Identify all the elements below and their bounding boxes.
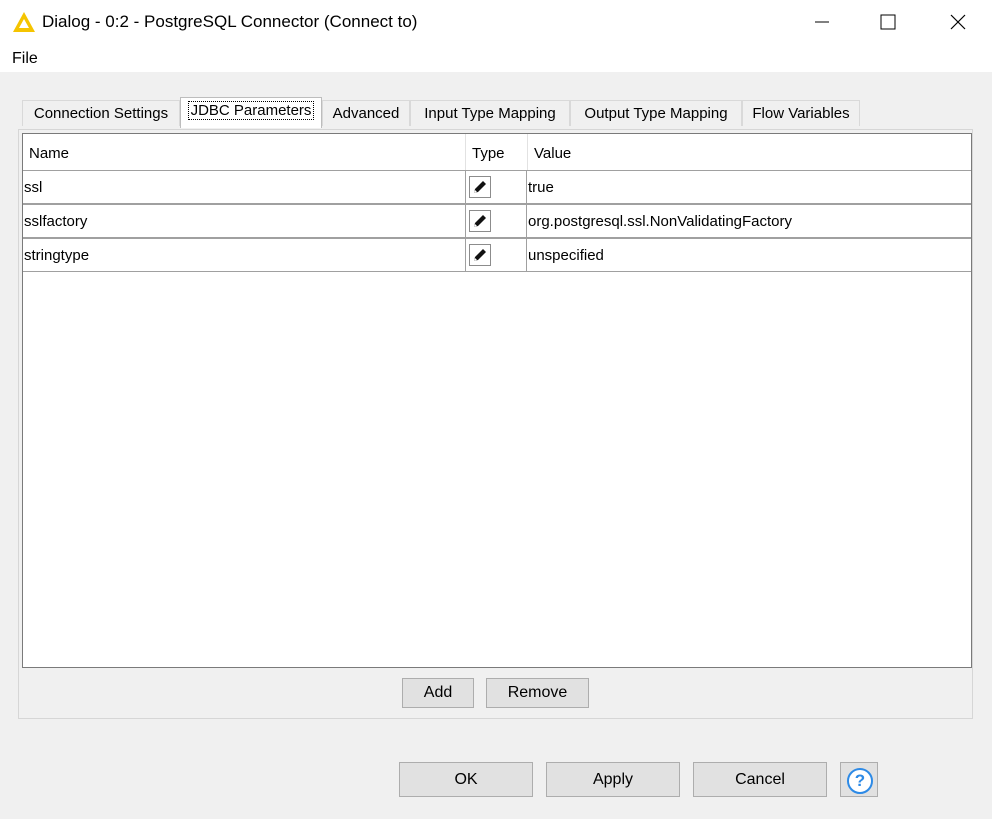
- knime-warning-triangle-icon: [12, 11, 36, 33]
- parameter-value-cell[interactable]: unspecified: [526, 238, 971, 272]
- title-bar: Dialog - 0:2 - PostgreSQL Connector (Con…: [0, 0, 992, 44]
- add-button[interactable]: Add: [402, 678, 474, 708]
- tab-label: Output Type Mapping: [584, 105, 728, 122]
- pencil-icon: [474, 181, 486, 193]
- table-header: Name Type Value: [23, 134, 971, 170]
- tab-jdbc-parameters[interactable]: JDBC Parameters: [180, 97, 322, 128]
- jdbc-parameters-panel: Name Type Value ssl true sslfactory org.…: [18, 129, 973, 719]
- tab-output-type-mapping[interactable]: Output Type Mapping: [570, 100, 742, 126]
- tab-label: Advanced: [332, 105, 400, 122]
- edit-type-button[interactable]: [469, 176, 491, 198]
- help-button[interactable]: ?: [840, 762, 878, 797]
- parameter-type-cell: [465, 170, 527, 204]
- close-button[interactable]: [922, 0, 992, 44]
- tab-label: Input Type Mapping: [424, 105, 556, 122]
- edit-type-button[interactable]: [469, 210, 491, 232]
- table-row[interactable]: sslfactory org.postgresql.ssl.NonValidat…: [23, 204, 971, 238]
- tab-advanced[interactable]: Advanced: [322, 100, 410, 126]
- dialog-content: Connection Settings JDBC Parameters Adva…: [0, 72, 992, 819]
- remove-button[interactable]: Remove: [486, 678, 589, 708]
- tab-label: Connection Settings: [33, 105, 169, 122]
- column-header-value[interactable]: Value: [528, 134, 971, 170]
- menu-file[interactable]: File: [12, 50, 38, 68]
- column-header-type[interactable]: Type: [466, 134, 528, 170]
- maximize-icon: [880, 14, 896, 30]
- pencil-icon: [474, 215, 486, 227]
- parameter-value-cell[interactable]: true: [526, 170, 971, 204]
- jdbc-parameters-table[interactable]: Name Type Value ssl true sslfactory org.…: [22, 133, 972, 668]
- menu-bar: File: [0, 44, 992, 72]
- apply-button[interactable]: Apply: [546, 762, 680, 797]
- help-icon: ?: [847, 768, 873, 794]
- edit-type-button[interactable]: [469, 244, 491, 266]
- column-header-name[interactable]: Name: [23, 134, 466, 170]
- parameter-name-cell[interactable]: stringtype: [23, 238, 466, 272]
- tab-flow-variables[interactable]: Flow Variables: [742, 100, 860, 126]
- tab-label: Flow Variables: [752, 105, 850, 122]
- parameter-name-cell[interactable]: sslfactory: [23, 204, 466, 238]
- tab-connection-settings[interactable]: Connection Settings: [22, 100, 180, 126]
- table-row[interactable]: ssl true: [23, 170, 971, 204]
- close-icon: [950, 14, 966, 30]
- tab-label: JDBC Parameters: [187, 101, 315, 120]
- parameter-type-cell: [465, 238, 527, 272]
- minimize-icon: [815, 21, 829, 23]
- pencil-icon: [474, 249, 486, 261]
- parameter-value-cell[interactable]: org.postgresql.ssl.NonValidatingFactory: [526, 204, 971, 238]
- ok-button[interactable]: OK: [399, 762, 533, 797]
- minimize-button[interactable]: [786, 0, 856, 44]
- cancel-button[interactable]: Cancel: [693, 762, 827, 797]
- parameter-name-cell[interactable]: ssl: [23, 170, 466, 204]
- table-row[interactable]: stringtype unspecified: [23, 238, 971, 272]
- tab-input-type-mapping[interactable]: Input Type Mapping: [410, 100, 570, 126]
- parameter-type-cell: [465, 204, 527, 238]
- maximize-button[interactable]: [852, 0, 922, 44]
- window-title: Dialog - 0:2 - PostgreSQL Connector (Con…: [42, 12, 418, 31]
